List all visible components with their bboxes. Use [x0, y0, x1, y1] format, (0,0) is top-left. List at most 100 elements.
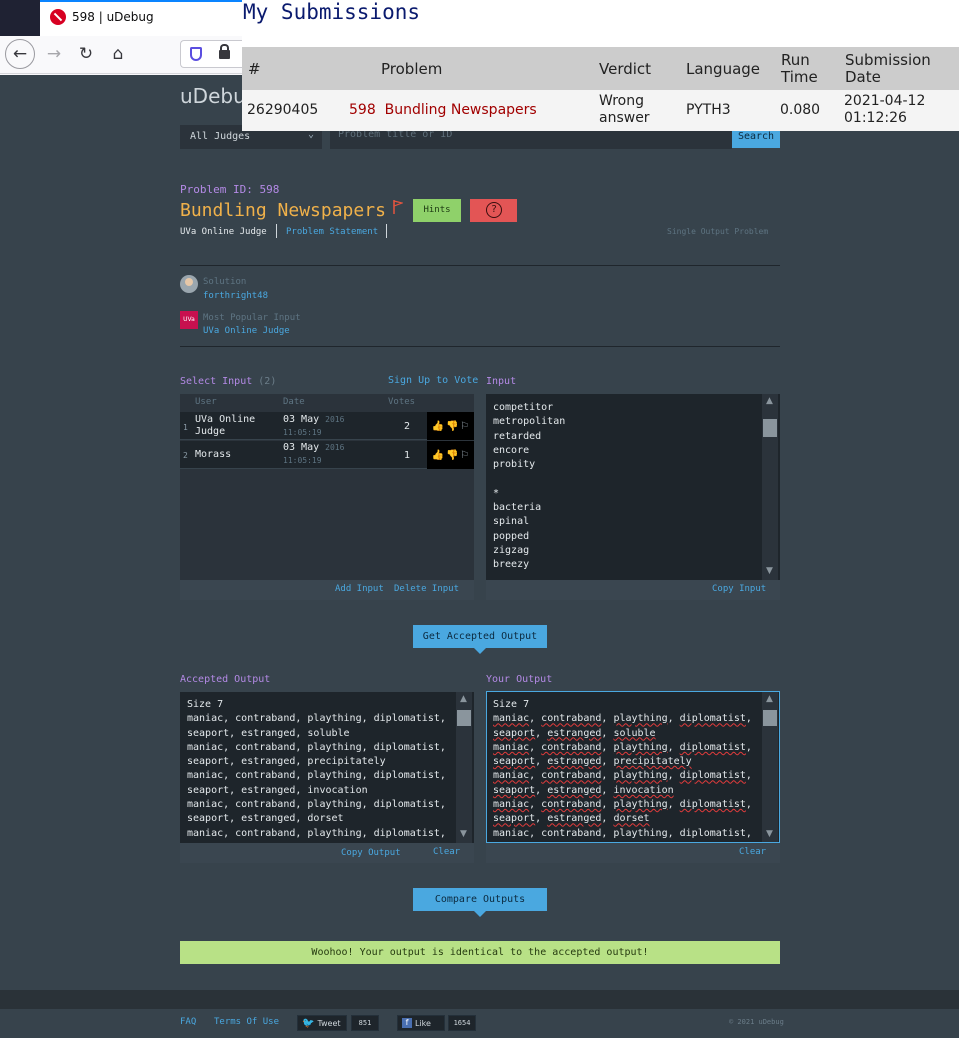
- your-output-text: Size 7 maniac, contraband, plaything, di…: [487, 692, 779, 841]
- uva-logo: UVa: [180, 311, 198, 329]
- column-header-user: User: [195, 397, 217, 407]
- submission-run-time: 0.080: [780, 102, 821, 118]
- row-user: Morass: [195, 449, 232, 460]
- avatar[interactable]: [180, 275, 198, 293]
- scroll-thumb[interactable]: [763, 419, 777, 437]
- col-verdict: Verdict: [599, 60, 652, 78]
- like-label: Like: [415, 1018, 431, 1028]
- problem-title: Bundling Newspapers: [180, 200, 386, 221]
- popular-input-link[interactable]: UVa Online Judge: [203, 326, 290, 336]
- sign-up-vote-link[interactable]: Sign Up to Vote: [388, 375, 478, 386]
- col-language: Language: [686, 60, 761, 78]
- input-label: Input: [486, 376, 517, 387]
- scroll-thumb[interactable]: [457, 710, 471, 726]
- tweet-count: 851: [351, 1015, 379, 1031]
- scroll-down-icon[interactable]: ▼: [460, 829, 467, 839]
- forward-button[interactable]: →: [39, 39, 69, 69]
- accepted-output-footer: [180, 843, 474, 863]
- delete-input-button[interactable]: Delete Input: [394, 584, 459, 594]
- scroll-up-icon[interactable]: ▲: [766, 396, 773, 406]
- get-accepted-output-button[interactable]: Get Accepted Output: [413, 625, 547, 648]
- input-text: competitor metropolitan retarded encore …: [493, 402, 566, 571]
- submissions-title: My Submissions: [243, 0, 421, 24]
- row-date-year: 2016: [325, 415, 345, 424]
- copy-input-button[interactable]: Copy Input: [712, 584, 766, 594]
- thumbs-down-icon[interactable]: 👎: [446, 450, 458, 461]
- submission-date: 2021-04-12 01:12:26: [844, 93, 926, 126]
- judge-select-value: All Judges: [190, 131, 251, 142]
- copy-output-button[interactable]: Copy Output: [341, 848, 401, 858]
- reload-button[interactable]: ↻: [71, 39, 101, 69]
- scroll-thumb[interactable]: [763, 710, 777, 726]
- clear-accepted-button[interactable]: Clear: [433, 847, 460, 857]
- like-button[interactable]: f Like: [397, 1015, 445, 1031]
- flag-icon[interactable]: [393, 200, 403, 214]
- divider: [180, 265, 780, 266]
- row-date-day: 03 May: [283, 414, 320, 425]
- submission-id: 26290405: [247, 102, 319, 118]
- divider: [276, 224, 277, 238]
- thumbs-up-icon[interactable]: 👍: [432, 421, 444, 432]
- footer-divider: [0, 990, 959, 1009]
- column-header-votes: Votes: [388, 397, 416, 407]
- thumbs-down-icon[interactable]: 👎: [446, 421, 458, 432]
- solution-user-link[interactable]: forthright48: [203, 291, 268, 301]
- submission-problem-link[interactable]: 598 Bundling Newspapers: [349, 102, 537, 119]
- lock-icon[interactable]: [219, 44, 230, 59]
- select-input-count: (2): [258, 376, 277, 387]
- terms-link[interactable]: Terms Of Use: [214, 1017, 279, 1027]
- hints-button[interactable]: Hints: [413, 199, 461, 222]
- output-line: seaport, estranged, dorset: [493, 813, 650, 825]
- row-votes: 1: [404, 450, 411, 461]
- tab-title: 598 | uDebug: [72, 10, 154, 24]
- twitter-icon: 🐦: [302, 1017, 315, 1029]
- home-button[interactable]: ⌂: [103, 39, 133, 69]
- udebug-favicon-icon: [50, 9, 66, 25]
- button-pointer: [474, 911, 486, 917]
- divider: [386, 224, 387, 238]
- row-number: 1: [183, 423, 188, 432]
- size-line: Size 7: [493, 699, 530, 710]
- report-flag-icon[interactable]: ⚐: [460, 421, 469, 432]
- row-date-time: 11:05:19: [283, 456, 322, 465]
- popular-input-label: Most Popular Input: [203, 313, 301, 323]
- your-output-footer: [486, 843, 780, 863]
- output-line: maniac, contraband, plaything, diplomati…: [493, 827, 752, 839]
- problem-statement-link[interactable]: Problem Statement: [286, 227, 378, 237]
- col-run-time: Run Time: [781, 51, 818, 86]
- compare-outputs-button[interactable]: Compare Outputs: [413, 888, 547, 911]
- row-date-year: 2016: [325, 443, 345, 452]
- back-button[interactable]: ←: [5, 39, 35, 69]
- add-input-button[interactable]: Add Input: [335, 584, 384, 594]
- row-user: UVa Online Judge: [195, 414, 256, 437]
- result-message: Woohoo! Your output is identical to the …: [180, 941, 780, 964]
- scroll-down-icon[interactable]: ▼: [766, 829, 773, 839]
- your-output-textarea[interactable]: Size 7 maniac, contraband, plaything, di…: [486, 691, 780, 843]
- submission-language: PYTH3: [686, 102, 731, 118]
- select-input-title: Select Input: [180, 376, 253, 387]
- tweet-button[interactable]: 🐦 Tweet: [297, 1015, 347, 1031]
- accepted-output-textarea[interactable]: Size 7 maniac, contraband, plaything, di…: [180, 692, 474, 843]
- output-line: seaport, estranged, precipitately: [493, 756, 692, 768]
- tweet-label: Tweet: [317, 1018, 341, 1028]
- problem-id: Problem ID: 598: [180, 183, 280, 196]
- clear-your-output-button[interactable]: Clear: [739, 847, 766, 857]
- thumbs-up-icon[interactable]: 👍: [432, 450, 444, 461]
- row-votes: 2: [404, 421, 411, 432]
- scroll-down-icon[interactable]: ▼: [766, 566, 773, 576]
- select-input-label: Select Input (2): [180, 376, 276, 387]
- judge-name: UVa Online Judge: [180, 227, 267, 237]
- solution-label: Solution: [203, 277, 247, 287]
- faq-link[interactable]: FAQ: [180, 1017, 196, 1027]
- help-button[interactable]: ?: [470, 199, 517, 222]
- column-header-date: Date: [283, 397, 305, 407]
- report-flag-icon[interactable]: ⚐: [460, 450, 469, 461]
- vote-actions: 👍 👎 ⚐: [427, 412, 474, 440]
- row-date-day: 03 May: [283, 442, 320, 453]
- scroll-up-icon[interactable]: ▲: [766, 694, 773, 704]
- tracking-shield-icon[interactable]: [190, 47, 202, 61]
- row-number: 2: [183, 451, 188, 460]
- button-pointer: [474, 648, 486, 654]
- scroll-up-icon[interactable]: ▲: [460, 694, 467, 704]
- output-line: maniac, contraband, plaything, diplomati…: [493, 741, 752, 753]
